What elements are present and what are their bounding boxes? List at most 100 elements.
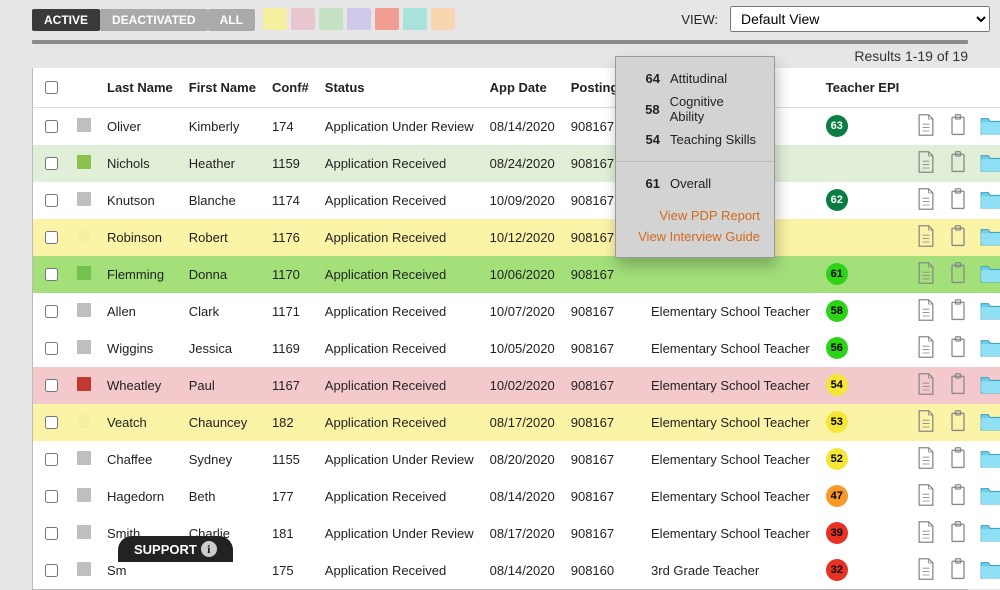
folder-icon[interactable] <box>979 522 1000 545</box>
table-row[interactable]: WheatleyPaul1167Application Received10/0… <box>33 367 1000 404</box>
folder-icon[interactable] <box>979 152 1000 175</box>
folder-icon[interactable] <box>979 337 1000 360</box>
document-icon[interactable] <box>915 150 937 177</box>
color-swatch[interactable] <box>263 8 287 30</box>
support-button[interactable]: SUPPORT i <box>118 536 233 562</box>
table-row[interactable]: HagedornBeth177Application Received08/14… <box>33 478 1000 515</box>
folder-icon[interactable] <box>979 115 1000 138</box>
col-epi[interactable]: Teacher EPI <box>818 68 907 108</box>
document-icon[interactable] <box>915 224 937 251</box>
table-row[interactable]: NicholsHeather1159Application Received08… <box>33 145 1000 182</box>
row-checkbox[interactable] <box>45 490 58 503</box>
col-first[interactable]: First Name <box>181 68 264 108</box>
table-row[interactable]: OliverKimberly174Application Under Revie… <box>33 108 1000 145</box>
folder-icon[interactable] <box>979 448 1000 471</box>
clipboard-icon[interactable] <box>947 557 969 584</box>
folder-icon[interactable] <box>979 411 1000 434</box>
row-color[interactable] <box>77 266 91 280</box>
col-status[interactable]: Status <box>317 68 482 108</box>
row-color[interactable] <box>77 155 91 169</box>
row-color[interactable] <box>77 303 91 317</box>
view-select[interactable]: Default View <box>730 6 990 32</box>
epi-badge[interactable]: 62 <box>826 189 848 211</box>
folder-icon[interactable] <box>979 300 1000 323</box>
clipboard-icon[interactable] <box>947 298 969 325</box>
clipboard-icon[interactable] <box>947 446 969 473</box>
row-checkbox[interactable] <box>45 564 58 577</box>
row-color[interactable] <box>77 562 91 576</box>
col-last[interactable]: Last Name <box>99 68 181 108</box>
clipboard-icon[interactable] <box>947 224 969 251</box>
color-swatch[interactable] <box>375 8 399 30</box>
status-pill-active[interactable]: ACTIVE <box>32 9 100 31</box>
table-row[interactable]: FlemmingDonna1170Application Received10/… <box>33 256 1000 293</box>
color-swatch[interactable] <box>291 8 315 30</box>
document-icon[interactable] <box>915 298 937 325</box>
document-icon[interactable] <box>915 187 937 214</box>
pdp-report-link[interactable]: View PDP Report <box>616 205 774 226</box>
interview-guide-link[interactable]: View Interview Guide <box>616 226 774 247</box>
color-swatch[interactable] <box>403 8 427 30</box>
folder-icon[interactable] <box>979 226 1000 249</box>
row-color[interactable] <box>77 414 91 428</box>
table-row[interactable]: VeatchChauncey182Application Received08/… <box>33 404 1000 441</box>
col-conf[interactable]: Conf# <box>264 68 317 108</box>
row-color[interactable] <box>77 525 91 539</box>
row-checkbox[interactable] <box>45 231 58 244</box>
document-icon[interactable] <box>915 446 937 473</box>
clipboard-icon[interactable] <box>947 335 969 362</box>
folder-icon[interactable] <box>979 485 1000 508</box>
clipboard-icon[interactable] <box>947 150 969 177</box>
epi-badge[interactable]: 54 <box>826 374 848 396</box>
row-checkbox[interactable] <box>45 268 58 281</box>
epi-badge[interactable]: 56 <box>826 337 848 359</box>
row-color[interactable] <box>77 118 91 132</box>
epi-badge[interactable]: 52 <box>826 448 848 470</box>
color-swatch[interactable] <box>319 8 343 30</box>
row-color[interactable] <box>77 451 91 465</box>
document-icon[interactable] <box>915 113 937 140</box>
color-swatch[interactable] <box>431 8 455 30</box>
epi-badge[interactable]: 53 <box>826 411 848 433</box>
epi-badge[interactable]: 63 <box>826 115 848 137</box>
status-pill-all[interactable]: ALL <box>208 9 255 31</box>
clipboard-icon[interactable] <box>947 372 969 399</box>
document-icon[interactable] <box>915 557 937 584</box>
color-swatch[interactable] <box>347 8 371 30</box>
folder-icon[interactable] <box>979 189 1000 212</box>
row-checkbox[interactable] <box>45 194 58 207</box>
epi-badge[interactable]: 61 <box>826 263 848 285</box>
clipboard-icon[interactable] <box>947 483 969 510</box>
row-checkbox[interactable] <box>45 416 58 429</box>
status-pill-deactivated[interactable]: DEACTIVATED <box>100 9 208 31</box>
epi-badge[interactable]: 32 <box>826 559 848 581</box>
row-color[interactable] <box>77 488 91 502</box>
document-icon[interactable] <box>915 520 937 547</box>
row-checkbox[interactable] <box>45 120 58 133</box>
clipboard-icon[interactable] <box>947 187 969 214</box>
clipboard-icon[interactable] <box>947 261 969 288</box>
document-icon[interactable] <box>915 372 937 399</box>
clipboard-icon[interactable] <box>947 409 969 436</box>
select-all-checkbox[interactable] <box>45 81 58 94</box>
table-row[interactable]: KnutsonBlanche1174Application Received10… <box>33 182 1000 219</box>
epi-badge[interactable]: 47 <box>826 485 848 507</box>
row-color[interactable] <box>77 192 91 206</box>
clipboard-icon[interactable] <box>947 113 969 140</box>
clipboard-icon[interactable] <box>947 520 969 547</box>
document-icon[interactable] <box>915 409 937 436</box>
row-color[interactable] <box>77 377 91 391</box>
document-icon[interactable] <box>915 261 937 288</box>
row-checkbox[interactable] <box>45 305 58 318</box>
row-color[interactable] <box>77 229 91 243</box>
table-row[interactable]: ChaffeeSydney1155Application Under Revie… <box>33 441 1000 478</box>
table-row[interactable]: AllenClark1171Application Received10/07/… <box>33 293 1000 330</box>
folder-icon[interactable] <box>979 374 1000 397</box>
epi-badge[interactable]: 39 <box>826 522 848 544</box>
document-icon[interactable] <box>915 483 937 510</box>
table-row[interactable]: RobinsonRobert1176Application Received10… <box>33 219 1000 256</box>
row-checkbox[interactable] <box>45 527 58 540</box>
row-checkbox[interactable] <box>45 453 58 466</box>
row-checkbox[interactable] <box>45 379 58 392</box>
table-row[interactable]: WigginsJessica1169Application Received10… <box>33 330 1000 367</box>
